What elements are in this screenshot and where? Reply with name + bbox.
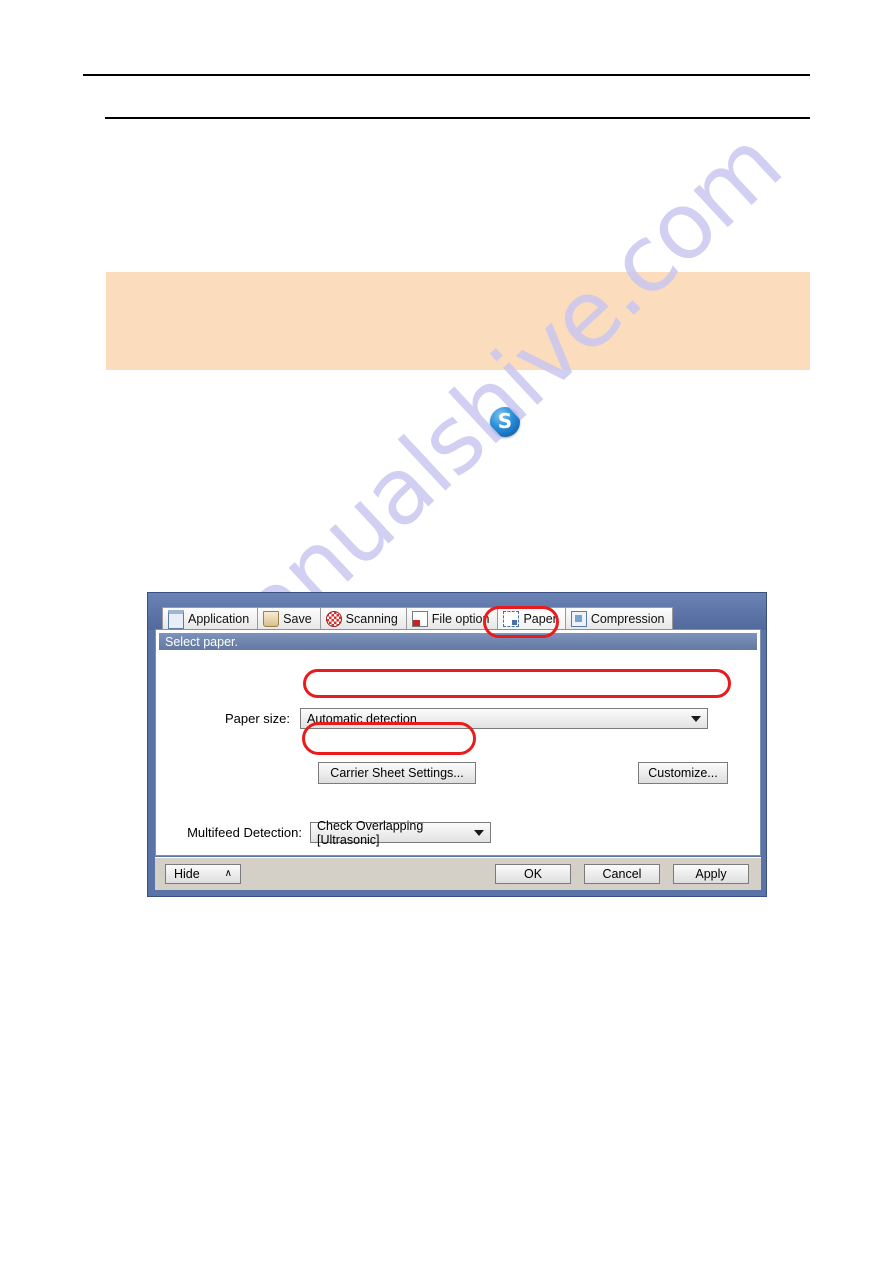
- apply-button[interactable]: Apply: [673, 864, 749, 884]
- tab-application[interactable]: Application: [162, 607, 258, 630]
- dialog-tabstrip: Application Save Scanning File option Pa: [148, 593, 766, 630]
- tab-save-label: Save: [283, 612, 312, 626]
- application-icon: [168, 609, 184, 629]
- callout-note-box: [106, 272, 810, 370]
- apply-button-label: Apply: [695, 867, 727, 881]
- paper-size-row: Paper size: Automatic detection: [156, 708, 760, 729]
- save-icon: [263, 611, 280, 627]
- hide-button[interactable]: Hide ∧: [165, 864, 241, 884]
- multifeed-detection-value: Check Overlapping [Ultrasonic]: [317, 818, 424, 847]
- manual-page: S manualshive.com Application Save Scann…: [0, 0, 893, 1263]
- tab-compression-label: Compression: [590, 612, 665, 626]
- header-rule-top: [83, 74, 810, 76]
- header-rule-second: [105, 117, 810, 119]
- section-title-bar: Select paper.: [159, 633, 757, 650]
- customize-button[interactable]: Customize...: [638, 762, 728, 784]
- scansnap-logo: S: [490, 407, 520, 437]
- multifeed-detection-combo[interactable]: Check Overlapping [Ultrasonic]: [310, 819, 491, 847]
- tab-file-option[interactable]: File option: [405, 607, 498, 630]
- multifeed-detection-row: Multifeed Detection: Check Overlapping […: [156, 819, 491, 847]
- chevron-up-icon: ∧: [224, 868, 232, 879]
- tab-paper[interactable]: Paper: [497, 607, 565, 630]
- carrier-sheet-settings-label: Carrier Sheet Settings...: [330, 766, 464, 780]
- tab-list: Application Save Scanning File option Pa: [162, 607, 674, 630]
- tab-save[interactable]: Save: [257, 607, 320, 630]
- dialog-body: Select paper. Paper size: Automatic dete…: [155, 629, 761, 856]
- scansnap-settings-dialog: Application Save Scanning File option Pa: [147, 592, 767, 897]
- scansnap-logo-glyph: S: [497, 409, 513, 433]
- paper-size-combo[interactable]: Automatic detection: [300, 708, 708, 729]
- cancel-button[interactable]: Cancel: [584, 864, 660, 884]
- customize-label: Customize...: [648, 766, 718, 780]
- tab-file-option-label: File option: [431, 612, 490, 626]
- ok-button[interactable]: OK: [495, 864, 571, 884]
- tab-paper-label: Paper: [523, 612, 557, 626]
- multifeed-detection-label: Multifeed Detection:: [187, 825, 302, 840]
- dialog-footer: Hide ∧ OK Cancel Apply: [155, 857, 761, 890]
- file-option-icon: [411, 611, 428, 627]
- paper-icon: [503, 611, 520, 627]
- compression-icon: [570, 611, 587, 627]
- tab-scanning-label: Scanning: [345, 612, 398, 626]
- dialog-action-buttons: OK Cancel Apply: [495, 864, 749, 884]
- ok-button-label: OK: [523, 867, 543, 881]
- paper-size-value: Automatic detection: [307, 711, 417, 726]
- tab-application-label: Application: [188, 612, 250, 626]
- cancel-button-label: Cancel: [602, 867, 642, 881]
- carrier-sheet-settings-button[interactable]: Carrier Sheet Settings...: [318, 762, 476, 784]
- scanning-icon: [325, 611, 342, 627]
- section-title-text: Select paper.: [165, 634, 238, 649]
- tab-compression[interactable]: Compression: [564, 607, 674, 630]
- chevron-down-icon: [474, 829, 484, 836]
- tab-scanning[interactable]: Scanning: [319, 607, 406, 630]
- hide-button-label: Hide: [174, 867, 200, 881]
- paper-size-label: Paper size:: [224, 711, 290, 726]
- chevron-down-icon: [691, 715, 701, 722]
